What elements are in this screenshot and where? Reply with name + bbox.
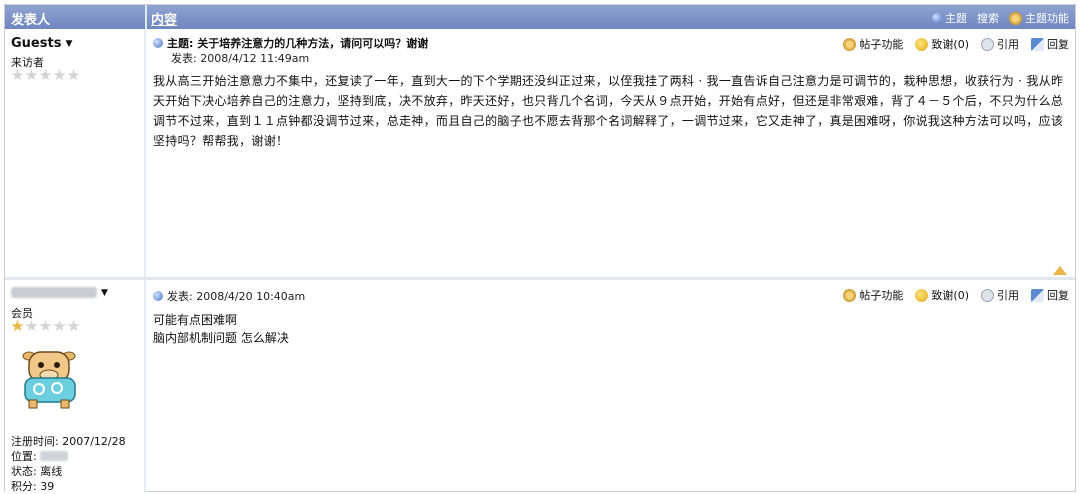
post-time: 发表: 2008/4/20 10:40am — [153, 288, 305, 304]
post-actions: 帖子功能 致谢(0) 引用 回复 — [843, 36, 1069, 52]
post-body: 可能有点困难啊 脑内部机制问题 怎么解决 — [153, 311, 289, 347]
gear-icon — [1009, 11, 1022, 25]
star-icon — [25, 320, 38, 332]
post-content: 主题: 关于培养注意力的几种方法，请问可以吗？谢谢 发表: 2008/4/12 … — [147, 29, 1075, 277]
topic-link[interactable]: 主题 — [932, 10, 967, 26]
redacted-location — [40, 451, 69, 461]
location: 位置: — [11, 449, 69, 464]
content-column-header[interactable]: 内容 — [151, 9, 177, 28]
post-time: 发表: 2008/4/12 11:49am — [171, 52, 310, 65]
table-header: 发表人 内容 主题 搜索 主题功能 — [5, 5, 1075, 29]
post-header: 发表: 2008/4/20 10:40am 帖子功能 致谢(0) 引用 回复 — [153, 284, 1075, 316]
star-icon — [67, 69, 80, 81]
smile-icon — [915, 288, 929, 302]
star-icon — [25, 69, 38, 81]
search-link[interactable]: 搜索 — [977, 10, 999, 26]
reply-button[interactable]: 回复 — [1031, 36, 1069, 52]
post-body-line: 可能有点困难啊 — [153, 313, 238, 327]
post-body: 我从高三开始注意意力不集中，还复读了一年，直到大一的下个学期还没纠正过来，以侄我… — [153, 74, 1064, 148]
post-body-line: 脑内部机制问题 怎么解决 — [153, 331, 289, 345]
author-name[interactable]: Guests ▼ — [11, 36, 72, 51]
post-functions-button[interactable]: 帖子功能 — [843, 36, 903, 52]
thank-button[interactable]: 致谢(0) — [915, 287, 969, 303]
redacted-username — [11, 287, 97, 298]
online-status: 状态: 离线 — [11, 465, 63, 478]
chevron-down-icon: ▼ — [65, 38, 73, 49]
author-role: 会员 — [11, 307, 33, 320]
back-to-top-icon[interactable] — [1053, 266, 1067, 275]
reply-icon — [1031, 37, 1044, 51]
star-icon — [67, 320, 80, 332]
chevron-down-icon: ▼ — [101, 287, 108, 298]
reply-button[interactable]: 回复 — [1031, 287, 1069, 303]
gear-icon — [843, 288, 857, 302]
rating-stars — [11, 69, 80, 81]
star-icon — [39, 320, 52, 332]
post-1: Guests ▼ 来访者 主题: 关于培养注意力的几种方法，请问可以吗？谢谢 发… — [5, 29, 1075, 277]
star-icon — [11, 320, 24, 332]
post-bullet-icon — [153, 38, 163, 48]
header-tools: 主题 搜索 主题功能 — [932, 10, 1069, 26]
reply-icon — [1031, 288, 1044, 302]
post-functions-button[interactable]: 帖子功能 — [843, 287, 903, 303]
smile-icon — [915, 37, 929, 51]
header-divider — [145, 5, 147, 29]
thank-button[interactable]: 致谢(0) — [915, 36, 969, 52]
topic-functions-link[interactable]: 主题功能 — [1009, 10, 1069, 26]
post-header: 主题: 关于培养注意力的几种方法，请问可以吗？谢谢 发表: 2008/4/12 … — [153, 33, 1075, 65]
author-name[interactable]: ▼ — [11, 287, 108, 298]
quote-button[interactable]: 引用 — [981, 287, 1019, 303]
post-bullet-icon — [153, 291, 163, 301]
author-role: 来访者 — [11, 56, 44, 69]
post-2: ▼ 会员 注册时间: 2007/12/28 位置: 状态: 离线 积分: 39 … — [5, 280, 1075, 493]
post-subject: 主题: 关于培养注意力的几种方法，请问可以吗？谢谢 — [153, 35, 428, 51]
post-actions: 帖子功能 致谢(0) 引用 回复 — [843, 287, 1069, 303]
star-icon — [11, 69, 24, 81]
forum-thread: 发表人 内容 主题 搜索 主题功能 Guests ▼ 来访者 主题: 关于培养注… — [4, 4, 1076, 493]
author-column-header: 发表人 — [11, 13, 51, 28]
star-icon — [39, 69, 52, 81]
post-content: 发表: 2008/4/20 10:40am 帖子功能 致谢(0) 引用 回复 可… — [147, 280, 1075, 492]
avatar — [22, 351, 76, 409]
star-icon — [53, 69, 66, 81]
author-panel: Guests ▼ 来访者 — [5, 29, 146, 277]
quote-button[interactable]: 引用 — [981, 36, 1019, 52]
quote-icon — [981, 288, 994, 302]
quote-icon — [981, 37, 994, 51]
star-icon — [53, 320, 66, 332]
topic-icon — [932, 13, 942, 23]
register-date: 注册时间: 2007/12/28 — [11, 435, 126, 448]
gear-icon — [843, 37, 857, 51]
rating-stars — [11, 320, 80, 332]
points: 积分: 39 — [11, 480, 55, 493]
author-panel: ▼ 会员 注册时间: 2007/12/28 位置: 状态: 离线 积分: 39 — [5, 280, 146, 493]
